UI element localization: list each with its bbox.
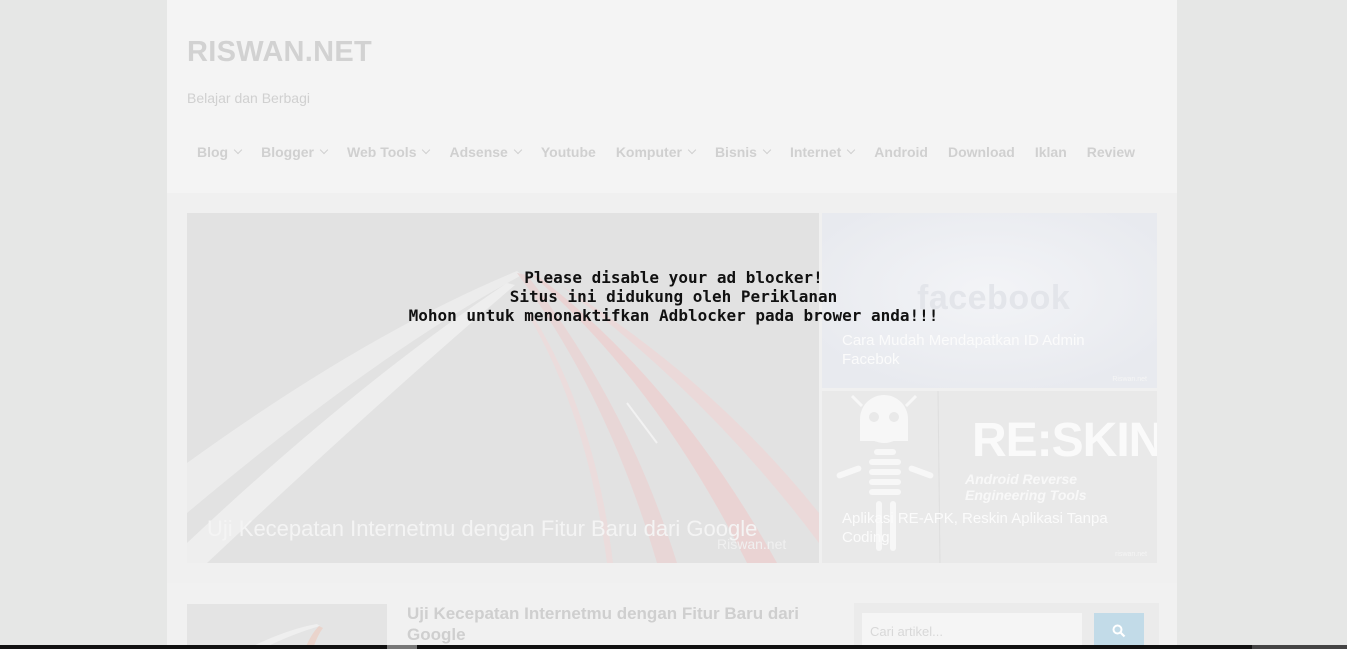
adblock-notice-line: Please disable your ad blocker! — [524, 268, 823, 287]
nav-item-label: Komputer — [615, 144, 682, 160]
chevron-down-icon — [847, 145, 856, 155]
featured-slider: Uji Kecepatan Internetmu dengan Fitur Ba… — [187, 213, 1157, 563]
chevron-down-icon — [513, 145, 523, 155]
nav-item-internet[interactable]: Internet — [780, 137, 864, 167]
slide-watermark: riswan.net — [1115, 551, 1147, 558]
reskin-subtitle-text: Android Reverse Engineering Tools — [965, 471, 1087, 503]
nav-item-iklan[interactable]: Iklan — [1025, 137, 1077, 167]
adblock-notice: Please disable your ad blocker! Situs in… — [0, 268, 1347, 325]
nav-item-web-tools[interactable]: Web Tools — [337, 137, 439, 167]
nav-item-youtube[interactable]: Youtube — [531, 137, 606, 167]
chevron-down-icon — [233, 145, 243, 155]
nav-item-blogger[interactable]: Blogger — [251, 137, 337, 167]
nav-item-review[interactable]: Review — [1077, 137, 1145, 167]
chevron-down-icon — [687, 145, 697, 155]
search-input[interactable] — [862, 613, 1082, 649]
nav-item-label: Internet — [789, 144, 842, 160]
adblock-notice-line: Situs ini didukung oleh Periklanan — [509, 287, 838, 306]
nav-item-label: Review — [1086, 144, 1135, 160]
nav-item-label: Youtube — [540, 144, 596, 160]
main-content: Uji Kecepatan Internetmu dengan Fitur Ba… — [167, 583, 1177, 649]
adblock-notice-line: Mohon untuk menonaktifkan Adblocker pada… — [408, 306, 939, 325]
highway-light-trails-image — [187, 213, 819, 563]
chevron-down-icon — [422, 145, 431, 155]
chevron-down-icon — [319, 145, 329, 155]
post-title[interactable]: Uji Kecepatan Internetmu dengan Fitur Ba… — [407, 603, 807, 645]
bottom-bar-segment — [1252, 645, 1347, 649]
slide-caption[interactable]: Aplikasi RE-APK, Reskin Aplikasi Tanpa C… — [842, 509, 1132, 547]
nav-item-android[interactable]: Android — [864, 137, 938, 167]
nav-item-bisnis[interactable]: Bisnis — [705, 137, 780, 167]
reskin-logo-text: RE:SKIN — [972, 414, 1157, 467]
nav-item-label: Download — [947, 144, 1015, 160]
slide-caption[interactable]: Cara Mudah Mendapatkan ID Admin Facebok — [842, 331, 1132, 369]
slide-watermark: Riswan.net — [717, 536, 787, 552]
nav-item-label: Blogger — [261, 144, 314, 160]
search-button[interactable] — [1094, 613, 1144, 649]
featured-slide-main[interactable]: Uji Kecepatan Internetmu dengan Fitur Ba… — [187, 213, 819, 563]
post-thumbnail[interactable] — [187, 604, 387, 649]
site-header: RISWAN.NET Belajar dan Berbagi Blog Blog… — [167, 0, 1177, 193]
chevron-down-icon — [762, 145, 772, 155]
site-title[interactable]: RISWAN.NET — [187, 36, 372, 69]
nav-item-label: Bisnis — [714, 144, 757, 160]
bottom-bar-segment — [387, 645, 417, 649]
slide-watermark: Riswan.net — [1112, 376, 1147, 383]
nav-item-label: Web Tools — [347, 144, 417, 160]
featured-slide-side-2[interactable]: RE:SKIN Android Reverse Engineering Tool… — [822, 391, 1157, 563]
bottom-overlay-bar — [0, 645, 1347, 649]
site-tagline: Belajar dan Berbagi — [187, 90, 310, 106]
nav-item-label: Iklan — [1034, 144, 1067, 160]
post-thumbnail-image — [187, 604, 387, 649]
nav-item-adsense[interactable]: Adsense — [439, 137, 530, 167]
search-icon — [1112, 624, 1126, 638]
main-navigation: Blog Blogger Web Tools Adsense Youtube K… — [187, 137, 1145, 167]
nav-item-label: Blog — [197, 144, 229, 160]
nav-item-blog[interactable]: Blog — [187, 137, 251, 167]
slide-caption[interactable]: Uji Kecepatan Internetmu dengan Fitur Ba… — [207, 516, 757, 542]
sidebar-search-widget — [854, 603, 1159, 649]
nav-item-komputer[interactable]: Komputer — [606, 137, 705, 167]
nav-item-label: Android — [874, 144, 928, 160]
nav-item-download[interactable]: Download — [938, 137, 1025, 167]
nav-item-label: Adsense — [449, 144, 508, 160]
